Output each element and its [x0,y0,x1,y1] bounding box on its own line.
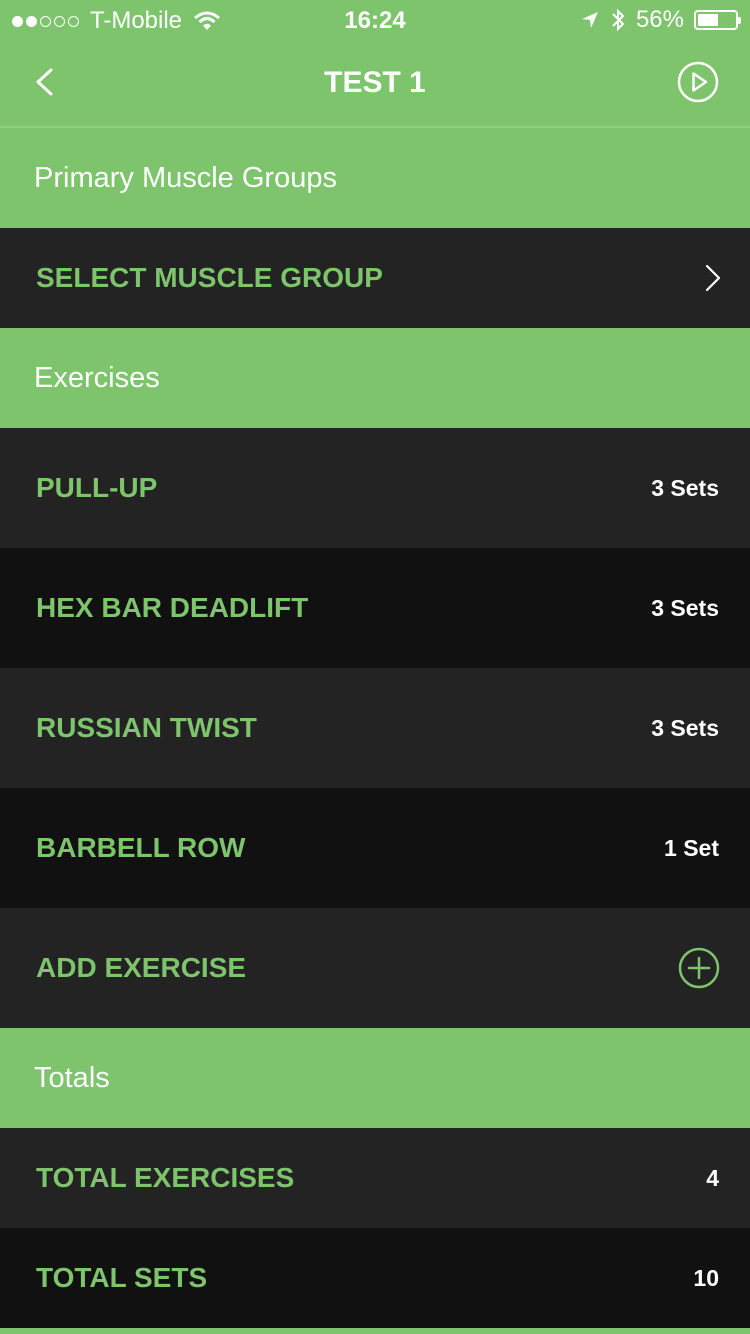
exercise-row[interactable]: RUSSIAN TWIST 3 Sets [0,668,750,788]
section-title-exercises: Exercises [34,362,160,394]
status-bar: T-Mobile 16:24 56% [0,0,750,40]
page-title: TEST 1 [324,66,426,99]
status-right: 56% [570,6,741,34]
play-circle-icon[interactable] [676,60,720,104]
add-exercise-label: ADD EXERCISE [36,952,247,983]
section-header-muscle-groups: Primary Muscle Groups [0,128,750,228]
add-exercise-row[interactable]: ADD EXERCISE [0,908,750,1028]
exercise-row[interactable]: HEX BAR DEADLIFT 3 Sets [0,548,750,668]
chevron-right-icon [705,264,721,292]
total-exercises-label: TOTAL EXERCISES [36,1162,295,1193]
exercise-sets: 1 Set [664,835,719,861]
battery-percent: 56% [635,6,684,33]
total-sets-row: TOTAL SETS 10 [0,1228,750,1328]
exercise-name: HEX BAR DEADLIFT [36,592,309,623]
exercise-sets: 3 Sets [651,715,719,741]
exercise-row[interactable]: PULL-UP 3 Sets [0,428,750,548]
section-header-totals: Totals [0,1028,750,1128]
total-sets-value: 10 [693,1265,719,1291]
exercise-name: RUSSIAN TWIST [36,712,257,743]
section-header-exercises: Exercises [0,328,750,428]
exercise-name: BARBELL ROW [36,832,246,863]
select-muscle-group-row[interactable]: SELECT MUSCLE GROUP [0,228,750,328]
bluetooth-icon [612,8,625,32]
location-arrow-icon [581,12,598,28]
total-sets-label: TOTAL SETS [36,1262,208,1293]
total-exercises-value: 4 [706,1165,719,1191]
exercise-row[interactable]: BARBELL ROW 1 Set [0,788,750,908]
section-title-totals: Totals [34,1062,110,1094]
exercise-sets: 3 Sets [651,475,719,501]
navigation-bar: TEST 1 [0,40,750,128]
battery-icon [694,10,741,30]
exercise-sets: 3 Sets [651,595,719,621]
battery-level [698,14,719,26]
total-exercises-row: TOTAL EXERCISES 4 [0,1128,750,1228]
exercise-name: PULL-UP [36,472,158,503]
plus-circle-icon[interactable] [678,947,720,989]
section-title-muscle-groups: Primary Muscle Groups [34,162,337,194]
select-muscle-group-label: SELECT MUSCLE GROUP [36,262,383,293]
